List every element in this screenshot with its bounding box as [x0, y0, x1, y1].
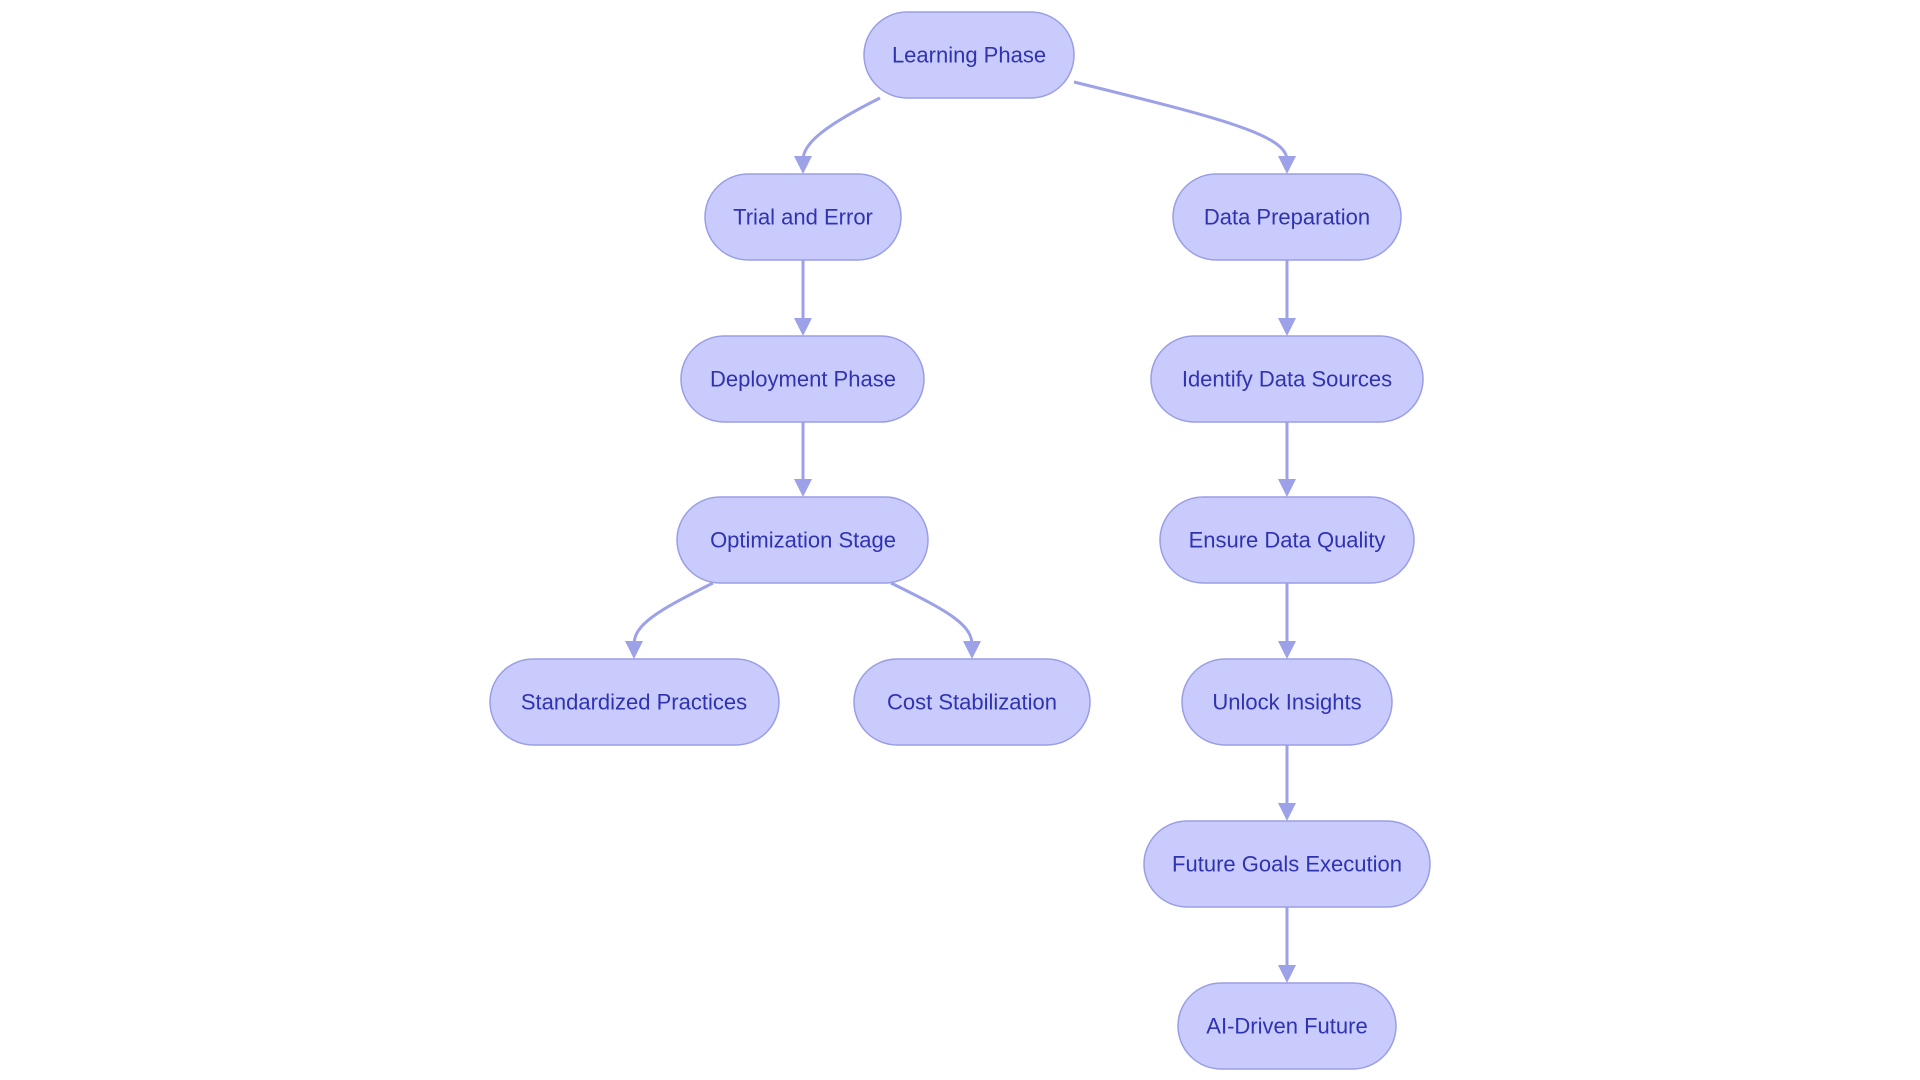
arrowhead-icon [1278, 641, 1296, 659]
node-deployment-phase[interactable]: Deployment Phase [680, 335, 925, 423]
svg-text:Standardized Practices: Standardized Practices [521, 690, 747, 715]
svg-text:Optimization Stage: Optimization Stage [710, 528, 896, 553]
edge-optimization-to-standardized [632, 581, 714, 646]
node-trial-and-error[interactable]: Trial and Error [704, 173, 902, 261]
edge-optimization-to-cost [890, 581, 974, 646]
node-cost-stabilization[interactable]: Cost Stabilization [853, 658, 1091, 746]
arrowhead-icon [1278, 318, 1296, 336]
edge-learning-to-trial [801, 96, 881, 161]
arrowhead-icon [963, 641, 981, 659]
svg-text:Ensure Data Quality: Ensure Data Quality [1189, 528, 1386, 553]
node-ai-driven-future[interactable]: AI-Driven Future [1177, 982, 1397, 1070]
arrowhead-icon [794, 156, 812, 174]
node-future-goals-execution[interactable]: Future Goals Execution [1143, 820, 1431, 908]
arrowhead-icon [794, 318, 812, 336]
svg-text:Deployment Phase: Deployment Phase [710, 367, 896, 392]
svg-text:Unlock Insights: Unlock Insights [1212, 690, 1361, 715]
node-standardized-practices[interactable]: Standardized Practices [489, 658, 780, 746]
node-learning-phase[interactable]: Learning Phase [863, 11, 1075, 99]
edge-learning-to-data-prep [1073, 80, 1289, 161]
node-unlock-insights[interactable]: Unlock Insights [1181, 658, 1393, 746]
svg-text:Identify Data Sources: Identify Data Sources [1182, 367, 1392, 392]
arrowhead-icon [794, 479, 812, 497]
arrowhead-icon [625, 641, 643, 659]
arrowhead-icon [1278, 156, 1296, 174]
arrowhead-icon [1278, 965, 1296, 983]
flowchart: Learning Phase Trial and Error Data Prep… [489, 11, 1431, 1070]
node-ensure-data-quality[interactable]: Ensure Data Quality [1159, 496, 1415, 584]
node-data-preparation[interactable]: Data Preparation [1172, 173, 1402, 261]
svg-text:AI-Driven Future: AI-Driven Future [1206, 1014, 1367, 1039]
arrowhead-icon [1278, 803, 1296, 821]
svg-text:Data Preparation: Data Preparation [1204, 205, 1370, 230]
node-identify-data-sources[interactable]: Identify Data Sources [1150, 335, 1424, 423]
svg-text:Trial and Error: Trial and Error [733, 205, 873, 230]
arrowhead-icon [1278, 479, 1296, 497]
node-optimization-stage[interactable]: Optimization Stage [676, 496, 929, 584]
svg-text:Future Goals Execution: Future Goals Execution [1172, 852, 1402, 877]
svg-text:Learning Phase: Learning Phase [892, 43, 1046, 68]
svg-text:Cost Stabilization: Cost Stabilization [887, 690, 1057, 715]
